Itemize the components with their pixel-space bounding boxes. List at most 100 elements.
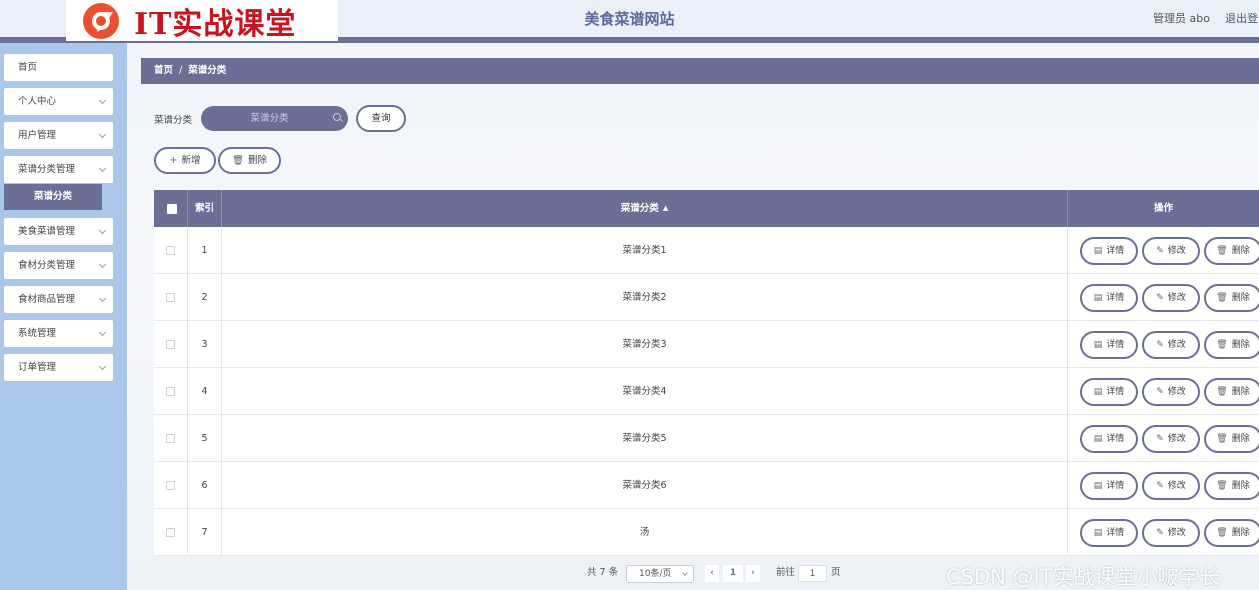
header-ops: 操作 <box>1153 203 1173 214</box>
trash-icon: 🗑 <box>1216 528 1228 538</box>
edit-label: 修改 <box>1167 387 1186 397</box>
pagination-total: 共 7 条 <box>587 567 619 578</box>
detail-button[interactable]: ▤ 详情 <box>1080 425 1138 453</box>
watermark: CSDN @IT实战课堂小啵学长 <box>946 565 1221 589</box>
detail-button[interactable]: ▤ 详情 <box>1080 284 1138 312</box>
sidebar-item-label: 食材分类管理 <box>18 260 76 271</box>
delete-label: 删除 <box>1231 293 1250 303</box>
sidebar-item-order-management[interactable]: 订单管理 <box>4 354 113 381</box>
row-checkbox[interactable] <box>166 387 175 396</box>
breadcrumb: 首页 / 菜谱分类 <box>141 58 1259 84</box>
sidebar-item-user-management[interactable]: 用户管理 <box>4 122 113 149</box>
delete-button[interactable]: 🗑 删除 <box>1204 425 1259 453</box>
table-row: 6 菜谱分类6 ▤ 详情 ✎ 修改 🗑 删除 <box>154 462 1259 509</box>
row-select-cell <box>154 274 188 321</box>
page-number-current[interactable]: 1 <box>723 565 743 582</box>
row-checkbox[interactable] <box>166 528 175 537</box>
row-checkbox[interactable] <box>166 293 175 302</box>
delete-button[interactable]: 🗑 删除 <box>1204 472 1259 500</box>
row-checkbox[interactable] <box>166 340 175 349</box>
document-icon: ▤ <box>1093 481 1103 491</box>
select-all-checkbox[interactable] <box>167 204 177 214</box>
next-page-button[interactable]: › <box>746 565 760 582</box>
row-ops: ▤ 详情 ✎ 修改 🗑 删除 <box>1068 368 1259 415</box>
pencil-icon: ✎ <box>1156 340 1164 350</box>
edit-button[interactable]: ✎ 修改 <box>1142 519 1200 547</box>
row-ops: ▤ 详情 ✎ 修改 🗑 删除 <box>1068 509 1259 556</box>
pencil-icon: ✎ <box>1156 528 1164 538</box>
chevron-down-icon <box>98 260 107 269</box>
delete-button[interactable]: 🗑 删除 <box>1204 284 1259 312</box>
sidebar-item-system-management[interactable]: 系统管理 <box>4 320 113 347</box>
sidebar-item-recipe-category-management[interactable]: 菜谱分类管理 <box>4 156 113 183</box>
row-ops: ▤ 详情 ✎ 修改 🗑 删除 <box>1068 227 1259 274</box>
row-checkbox[interactable] <box>166 481 175 490</box>
row-category: 菜谱分类2 <box>222 274 1068 321</box>
row-checkbox[interactable] <box>166 246 175 255</box>
edit-button[interactable]: ✎ 修改 <box>1142 237 1200 265</box>
batch-delete-button[interactable]: 🗑 删除 <box>218 147 281 174</box>
chevron-down-icon <box>98 130 107 139</box>
header-category[interactable]: 菜谱分类 ▲ <box>222 190 1068 227</box>
row-index: 2 <box>188 274 222 321</box>
detail-label: 详情 <box>1106 246 1125 256</box>
page-size-select[interactable]: 10条/页 <box>626 565 694 583</box>
query-button[interactable]: 查询 <box>356 105 406 132</box>
row-select-cell <box>154 509 188 556</box>
detail-button[interactable]: ▤ 详情 <box>1080 378 1138 406</box>
pencil-icon: ✎ <box>1156 387 1164 397</box>
add-button-label: 新增 <box>181 155 201 166</box>
search-input[interactable]: 菜谱分类 <box>201 106 348 131</box>
delete-button[interactable]: 🗑 删除 <box>1204 378 1259 406</box>
table-row: 7 汤 ▤ 详情 ✎ 修改 🗑 删除 <box>154 509 1259 556</box>
document-icon: ▤ <box>1093 293 1103 303</box>
table-row: 3 菜谱分类3 ▤ 详情 ✎ 修改 🗑 删除 <box>154 321 1259 368</box>
trash-icon: 🗑 <box>1216 293 1228 303</box>
delete-label: 删除 <box>1231 246 1250 256</box>
sidebar-item-home[interactable]: 首页 <box>4 54 113 81</box>
edit-button[interactable]: ✎ 修改 <box>1142 472 1200 500</box>
logout-link[interactable]: 退出登录 <box>1225 10 1259 26</box>
sidebar-item-ingredient-product-management[interactable]: 食材商品管理 <box>4 286 113 313</box>
add-button[interactable]: + 新增 <box>154 147 216 174</box>
edit-button[interactable]: ✎ 修改 <box>1142 378 1200 406</box>
row-ops: ▤ 详情 ✎ 修改 🗑 删除 <box>1068 321 1259 368</box>
prev-page-button[interactable]: ‹ <box>705 565 719 582</box>
document-icon: ▤ <box>1093 528 1103 538</box>
search-icon <box>333 113 341 121</box>
detail-button[interactable]: ▤ 详情 <box>1080 472 1138 500</box>
edit-label: 修改 <box>1167 246 1186 256</box>
delete-button[interactable]: 🗑 删除 <box>1204 237 1259 265</box>
chevron-down-icon <box>682 570 688 576</box>
edit-button[interactable]: ✎ 修改 <box>1142 284 1200 312</box>
detail-button[interactable]: ▤ 详情 <box>1080 519 1138 547</box>
row-category: 汤 <box>222 509 1068 556</box>
breadcrumb-home[interactable]: 首页 <box>154 65 173 76</box>
edit-label: 修改 <box>1167 293 1186 303</box>
delete-label: 删除 <box>1231 481 1250 491</box>
chevron-down-icon <box>98 164 107 173</box>
sidebar-item-ingredient-category-management[interactable]: 食材分类管理 <box>4 252 113 279</box>
row-category: 菜谱分类5 <box>222 415 1068 462</box>
delete-button[interactable]: 🗑 删除 <box>1204 519 1259 547</box>
delete-label: 删除 <box>1231 340 1250 350</box>
delete-label: 删除 <box>1231 528 1250 538</box>
chevron-down-icon <box>98 362 107 371</box>
sidebar-item-personal-center[interactable]: 个人中心 <box>4 88 113 115</box>
row-select-cell <box>154 368 188 415</box>
edit-button[interactable]: ✎ 修改 <box>1142 331 1200 359</box>
edit-button[interactable]: ✎ 修改 <box>1142 425 1200 453</box>
detail-button[interactable]: ▤ 详情 <box>1080 331 1138 359</box>
sidebar-item-label: 系统管理 <box>18 328 57 339</box>
row-checkbox[interactable] <box>166 434 175 443</box>
chevron-down-icon <box>98 328 107 337</box>
sidebar-subitem-recipe-category[interactable]: 菜谱分类 <box>4 184 102 210</box>
goto-page-input[interactable]: 1 <box>798 565 827 582</box>
detail-button[interactable]: ▤ 详情 <box>1080 237 1138 265</box>
delete-button[interactable]: 🗑 删除 <box>1204 331 1259 359</box>
pencil-icon: ✎ <box>1156 246 1164 256</box>
sidebar-item-food-recipe-management[interactable]: 美食菜谱管理 <box>4 218 113 245</box>
row-select-cell <box>154 227 188 274</box>
sidebar-item-label: 美食菜谱管理 <box>18 226 76 237</box>
sort-icon[interactable]: ▲ <box>663 190 668 227</box>
